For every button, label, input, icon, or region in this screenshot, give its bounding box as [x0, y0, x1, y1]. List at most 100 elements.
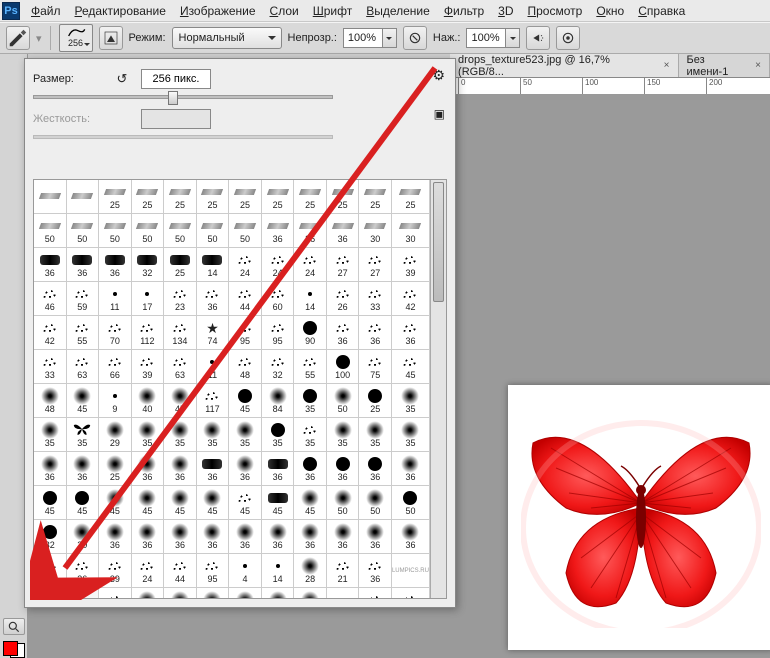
brush-preset[interactable]: 36 [262, 520, 295, 554]
brush-preset[interactable]: 36 [359, 520, 392, 554]
brush-preset[interactable]: 45 [229, 486, 262, 520]
brush-preset[interactable]: 36 [327, 214, 360, 248]
brush-preset[interactable] [34, 180, 67, 214]
opacity-dropdown-icon[interactable] [383, 28, 397, 48]
brush-preset[interactable] [67, 180, 100, 214]
brush-preset[interactable]: 36 [132, 452, 165, 486]
brush-preset[interactable]: 36 [359, 452, 392, 486]
brush-preset[interactable]: 11 [197, 350, 230, 384]
brush-preset[interactable]: 36 [34, 554, 67, 588]
brush-preset[interactable]: 50 [359, 486, 392, 520]
brush-preset[interactable]: 25 [99, 452, 132, 486]
brush-preset[interactable]: 70 [99, 316, 132, 350]
brush-preset[interactable]: 36 [294, 214, 327, 248]
brush-preset[interactable]: 40 [132, 384, 165, 418]
brush-preset[interactable]: 35 [327, 418, 360, 452]
brush-preset[interactable]: 35 [392, 384, 430, 418]
brush-preset[interactable]: 36 [67, 248, 100, 282]
brush-preset[interactable]: 27 [359, 248, 392, 282]
pressure-size-icon[interactable] [556, 26, 580, 50]
brush-preset[interactable]: 24 [132, 554, 165, 588]
brush-preset[interactable]: 46 [34, 282, 67, 316]
brush-preset[interactable]: 35 [294, 384, 327, 418]
brush-preset[interactable]: 55 [294, 350, 327, 384]
brush-preset[interactable]: 36 [262, 214, 295, 248]
brush-preset[interactable]: 36 [132, 588, 165, 598]
brush-preset[interactable]: 35 [164, 418, 197, 452]
brush-preset[interactable]: 36 [99, 588, 132, 598]
size-input[interactable] [141, 69, 211, 89]
brush-preset[interactable]: 32 [262, 350, 295, 384]
close-tab-icon[interactable]: × [755, 60, 761, 71]
flow-field[interactable]: 100% [466, 28, 506, 48]
brush-preset[interactable]: 36 [197, 452, 230, 486]
brush-preset[interactable]: 26 [327, 282, 360, 316]
brush-preset[interactable]: 256 [34, 588, 67, 598]
brush-preset[interactable]: 36 [392, 452, 430, 486]
brush-preset[interactable]: 45 [67, 486, 100, 520]
size-slider[interactable] [33, 95, 333, 99]
brush-preset[interactable]: 35 [359, 418, 392, 452]
brush-preset[interactable]: 48 [229, 350, 262, 384]
brush-preset[interactable]: 117 [197, 384, 230, 418]
brush-preset[interactable]: 11 [99, 282, 132, 316]
brush-preset[interactable]: 35 [262, 418, 295, 452]
brush-preset[interactable]: 25 [359, 180, 392, 214]
brush-preset[interactable]: 25 [229, 180, 262, 214]
brush-preset[interactable]: 42 [34, 316, 67, 350]
brush-preset[interactable]: 25 [294, 180, 327, 214]
brush-preset[interactable]: 36 [99, 248, 132, 282]
brush-preset[interactable]: 36 [132, 520, 165, 554]
brush-preset[interactable]: 29 [99, 418, 132, 452]
brush-preset[interactable]: LUMPICS.RU [392, 554, 430, 588]
brush-preset[interactable]: 45 [294, 486, 327, 520]
menu-выделение[interactable]: Выделение [359, 2, 437, 20]
brush-preset[interactable]: 25 [164, 180, 197, 214]
brush-preset[interactable]: 60 [262, 282, 295, 316]
brush-preset[interactable]: 63 [164, 350, 197, 384]
brush-preset[interactable]: 14 [294, 282, 327, 316]
brush-preset[interactable]: 20 [67, 520, 100, 554]
brush-preset[interactable]: 36 [67, 554, 100, 588]
brush-preset[interactable]: 100 [327, 350, 360, 384]
brush-scrollbar[interactable] [430, 180, 446, 598]
brush-preset[interactable]: 36 [99, 520, 132, 554]
brush-preset[interactable]: 36 [359, 554, 392, 588]
brush-preset[interactable]: 21 [327, 554, 360, 588]
brush-preset[interactable]: 36 [229, 588, 262, 598]
brush-tool-icon[interactable] [6, 26, 30, 50]
brush-preset-picker[interactable]: 256 [59, 24, 93, 52]
brush-preset[interactable]: 45 [34, 486, 67, 520]
brush-preset[interactable]: 24 [229, 248, 262, 282]
brush-preset[interactable]: 39 [392, 248, 430, 282]
brush-preset[interactable]: 36 [359, 316, 392, 350]
blend-mode-select[interactable]: Нормальный [172, 27, 282, 49]
brush-preset[interactable]: 17 [132, 282, 165, 316]
brush-preset[interactable]: 50 [132, 214, 165, 248]
airbrush-icon[interactable] [526, 26, 550, 50]
menu-изображение[interactable]: Изображение [173, 2, 263, 20]
brush-preset[interactable]: 14 [262, 554, 295, 588]
flow-dropdown-icon[interactable] [506, 28, 520, 48]
brush-preset[interactable]: 36 [294, 588, 327, 598]
brush-preset[interactable]: 36 [34, 248, 67, 282]
brush-preset[interactable]: 36 [197, 588, 230, 598]
document-canvas[interactable] [508, 385, 770, 650]
brush-preset[interactable]: 42 [392, 282, 430, 316]
brush-preset[interactable]: 35 [197, 418, 230, 452]
brush-preset[interactable]: 33 [34, 350, 67, 384]
brush-preset[interactable]: 45 [197, 486, 230, 520]
brush-preset[interactable]: 28 [294, 554, 327, 588]
brush-preset[interactable]: 50 [197, 214, 230, 248]
brush-preset[interactable]: 35 [132, 418, 165, 452]
close-tab-icon[interactable]: × [664, 60, 670, 71]
brush-preset[interactable]: 25 [99, 180, 132, 214]
brush-preset[interactable]: 75 [359, 350, 392, 384]
brush-preset[interactable]: 50 [99, 214, 132, 248]
brush-preset[interactable]: 55 [67, 316, 100, 350]
brush-preset[interactable]: 608 [392, 588, 430, 598]
brush-preset[interactable]: 36 [197, 520, 230, 554]
brush-preset[interactable]: 36 [327, 520, 360, 554]
brush-preset[interactable]: 27 [327, 248, 360, 282]
brush-preset[interactable]: 30 [392, 214, 430, 248]
